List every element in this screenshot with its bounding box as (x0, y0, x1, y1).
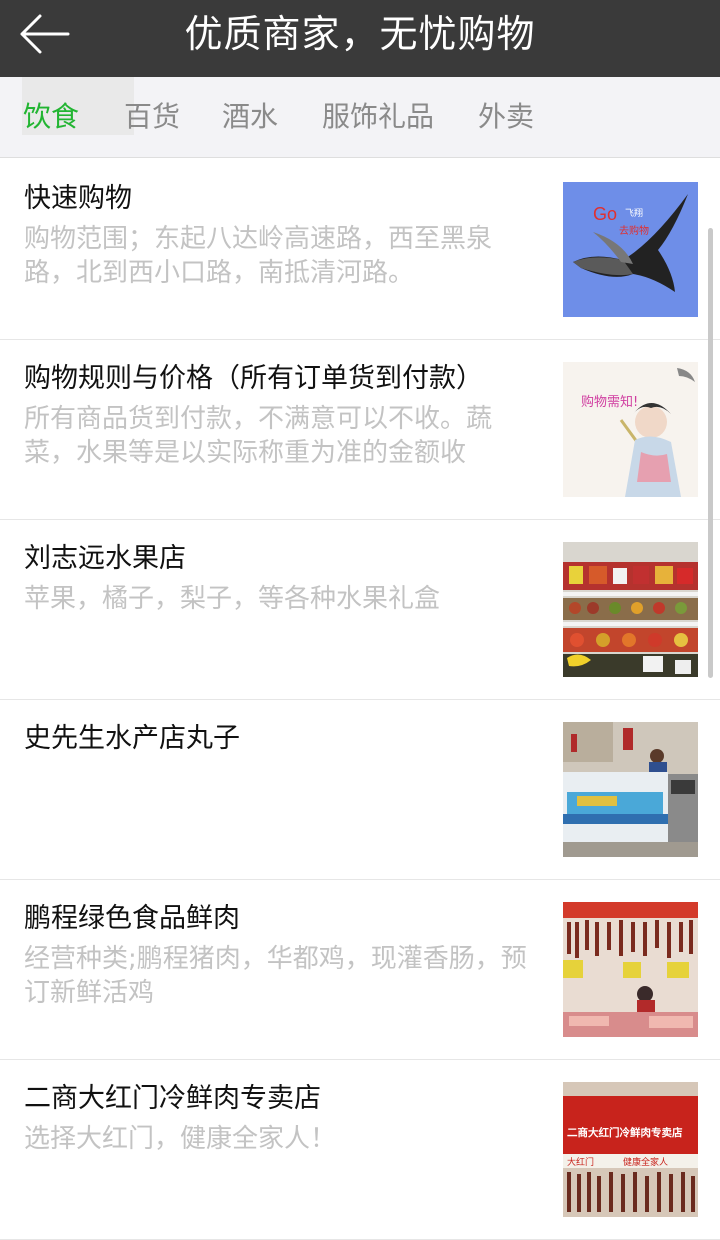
app-header: 优质商家，无忧购物 (0, 0, 720, 77)
thumb-text: 飞翔 (625, 207, 643, 219)
shop-item-dahongmen-meat[interactable]: 二商大红门冷鲜肉专卖店 选择大红门，健康全家人！ 二商大红门冷鲜肉专卖店 大红门… (0, 1060, 720, 1240)
thumb-text: Go (593, 204, 617, 224)
tab-takeout[interactable]: 外卖 (478, 97, 534, 137)
shop-title: 刘志远水果店 (24, 543, 186, 574)
shop-thumbnail-lady: 购物需知! (563, 362, 698, 497)
shop-description: 苹果，橘子，梨子，等各种水果礼盒 (24, 584, 441, 614)
shop-item-seafood-store[interactable]: 史先生水产店丸子 (0, 700, 720, 880)
tab-clothing-gifts[interactable]: 服饰礼品 (322, 97, 434, 137)
shop-description: 所有商品货到付款，不满意可以不收。蔬菜，水果等是以实际称重为准的金额收 (24, 404, 493, 468)
shop-item-quick-shopping[interactable]: 快速购物 购物范围；东起八达岭高速路，西至黑泉路，北到西小口路，南抵清河路。 G… (0, 160, 720, 340)
shop-thumbnail-goose: Go 飞翔 去购物 (563, 182, 698, 317)
shop-list: 快速购物 购物范围；东起八达岭高速路，西至黑泉路，北到西小口路，南抵清河路。 G… (0, 160, 720, 1240)
shop-thumbnail-dahongmen: 二商大红门冷鲜肉专卖店 大红门 健康全家人 (563, 1082, 698, 1217)
shop-title: 购物规则与价格（所有订单货到付款） (24, 363, 483, 394)
category-tabs: 饮食 百货 酒水 服饰礼品 外卖 (0, 77, 720, 158)
shop-thumbnail-seafood (563, 722, 698, 857)
shop-item-pengcheng-meat[interactable]: 鹏程绿色食品鲜肉 经营种类;鹏程猪肉，华都鸡，现灌香肠，预订新鲜活鸡 (0, 880, 720, 1060)
shop-description: 选择大红门，健康全家人！ (24, 1124, 337, 1154)
shop-thumbnail-fruit (563, 542, 698, 677)
scrollbar[interactable] (708, 228, 713, 678)
shop-title: 史先生水产店丸子 (24, 723, 240, 754)
shop-item-shopping-rules[interactable]: 购物规则与价格（所有订单货到付款） 所有商品货到付款，不满意可以不收。蔬菜，水果… (0, 340, 720, 520)
tab-drinks[interactable]: 酒水 (222, 97, 278, 137)
thumb-text: 大红门 (567, 1156, 594, 1168)
page-title: 优质商家，无忧购物 (184, 12, 536, 56)
thumb-text: 购物需知! (581, 394, 638, 410)
tab-general-goods[interactable]: 百货 (124, 97, 180, 137)
tab-food[interactable]: 饮食 (23, 97, 79, 137)
thumb-text: 二商大红门冷鲜肉专卖店 (567, 1126, 683, 1139)
thumb-text: 去购物 (619, 224, 649, 237)
shop-title: 鹏程绿色食品鲜肉 (24, 903, 240, 934)
shop-thumbnail-meat (563, 902, 698, 1037)
shop-title: 二商大红门冷鲜肉专卖店 (24, 1083, 321, 1114)
shop-description: 购物范围；东起八达岭高速路，西至黑泉路，北到西小口路，南抵清河路。 (24, 224, 493, 288)
thumb-text: 健康全家人 (623, 1156, 668, 1168)
shop-description: 经营种类;鹏程猪肉，华都鸡，现灌香肠，预订新鲜活鸡 (24, 944, 527, 1008)
shop-item-fruit-store[interactable]: 刘志远水果店 苹果，橘子，梨子，等各种水果礼盒 (0, 520, 720, 700)
shop-title: 快速购物 (24, 183, 132, 214)
